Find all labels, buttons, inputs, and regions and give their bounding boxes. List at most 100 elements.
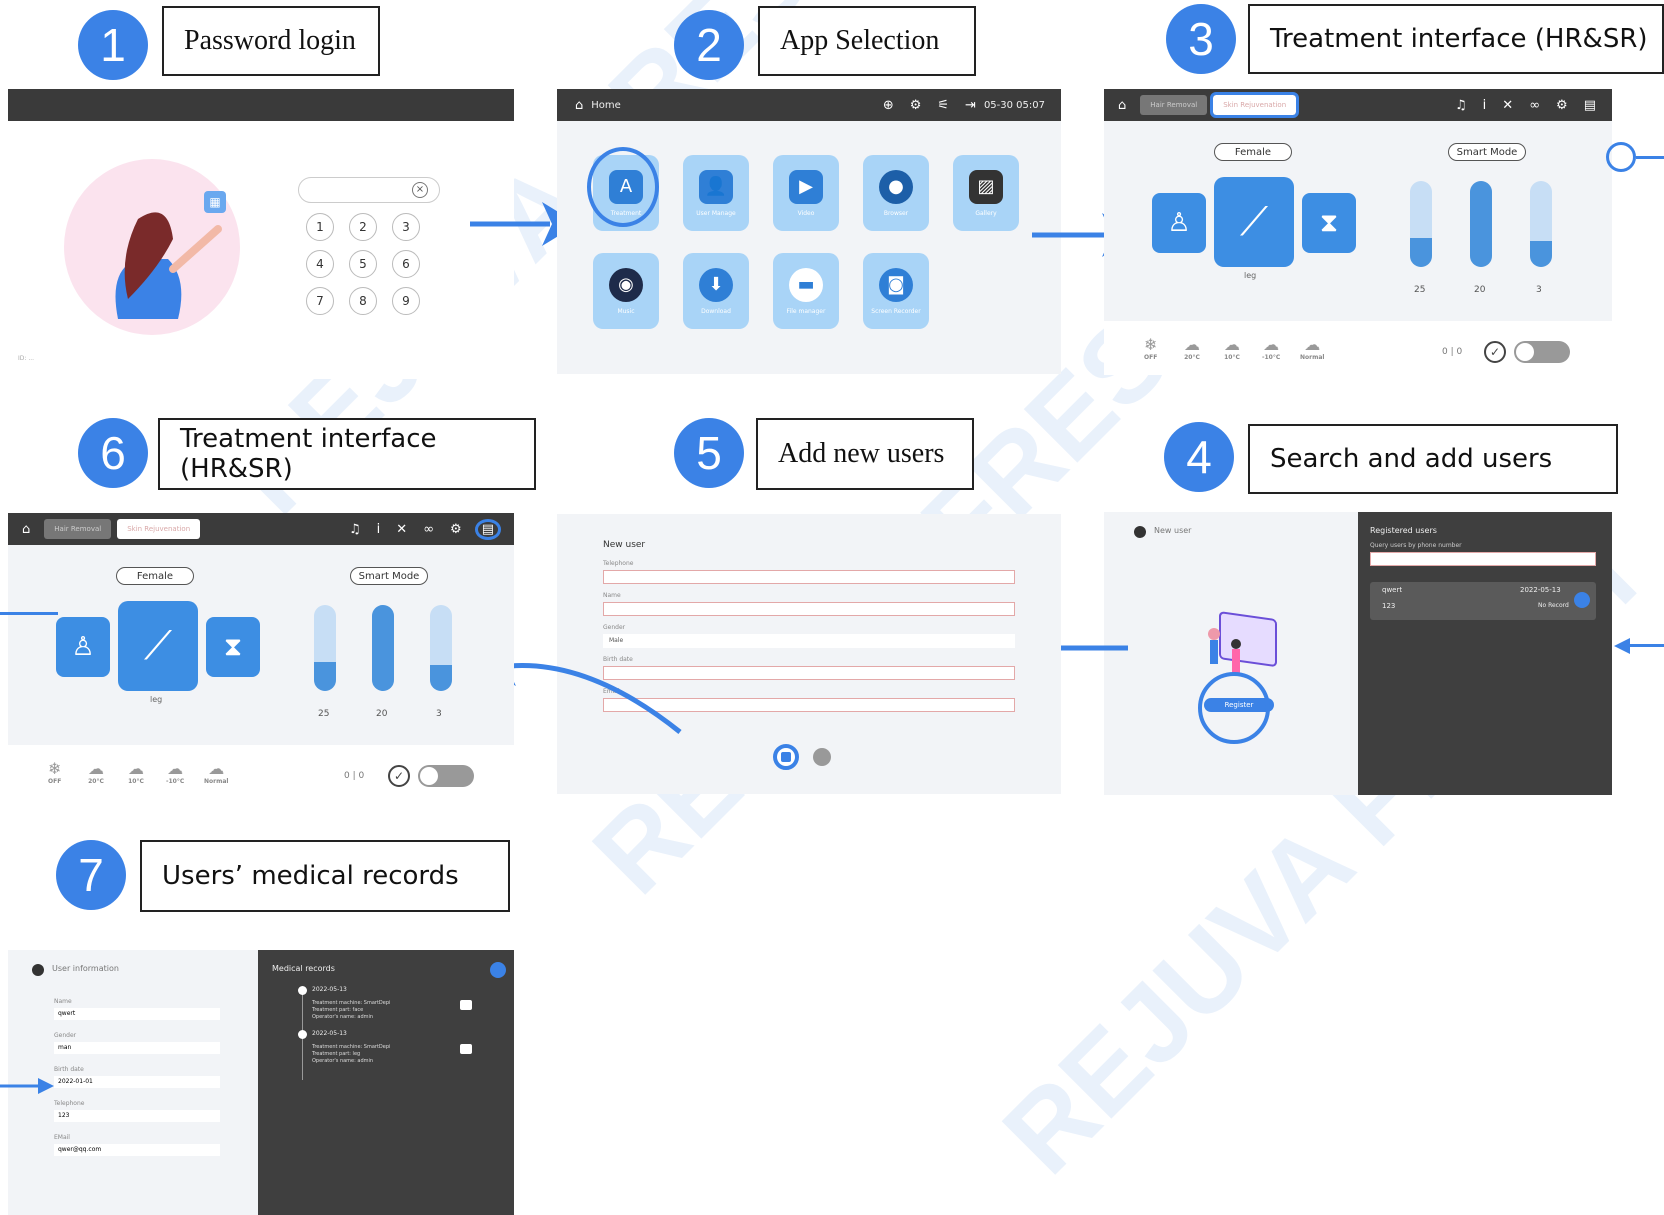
power-toggle[interactable] — [1514, 341, 1570, 363]
home-icon[interactable]: ⌂ — [22, 522, 30, 537]
app-music[interactable]: ◉ Music — [593, 253, 659, 329]
body-part-torso[interactable]: ⧗ — [206, 617, 260, 677]
name-field[interactable] — [603, 602, 1015, 616]
app-screen-recorder[interactable]: ◙ Screen Recorder — [863, 253, 929, 329]
user-card[interactable]: qwert 123 2022-05-13 No Record — [1370, 582, 1596, 620]
wifi-off-icon[interactable]: ⚟ — [937, 98, 949, 113]
cool-20[interactable]: ☁ 20°C — [1184, 335, 1200, 361]
key-9[interactable]: 9 — [392, 287, 420, 315]
tab-hair-removal[interactable]: Hair Removal — [44, 519, 112, 539]
pulse-slider[interactable] — [372, 605, 394, 691]
user-card-phone: 123 — [1382, 602, 1396, 610]
cool-off[interactable]: ❄ OFF — [1144, 335, 1157, 361]
link-icon[interactable]: ∞ — [1529, 98, 1540, 113]
globe-icon: ● — [879, 169, 913, 204]
confirm-check[interactable]: ✓ — [388, 765, 410, 787]
key-7[interactable]: 7 — [306, 287, 334, 315]
app-video[interactable]: ▶ Video — [773, 155, 839, 231]
timeline-dot-2 — [298, 1030, 307, 1039]
link-icon[interactable]: ∞ — [423, 522, 434, 537]
mode-select[interactable]: Smart Mode — [1448, 143, 1526, 161]
records-user-icon[interactable] — [490, 962, 506, 978]
back-icon[interactable] — [32, 964, 44, 976]
cool-normal[interactable]: ☁ Normal — [1300, 335, 1324, 361]
cancel-button[interactable] — [813, 748, 831, 766]
cool-normal[interactable]: ☁ Normal — [204, 759, 228, 785]
home-icon[interactable]: ⌂ — [575, 98, 583, 113]
woman-illustration-icon — [115, 212, 222, 319]
gear-icon[interactable]: ⚙ — [1556, 98, 1568, 113]
keypad-toggle-icon[interactable]: ▦ — [204, 191, 226, 213]
gear-icon[interactable]: ⚙ — [450, 522, 462, 537]
highlight-ring — [587, 147, 659, 227]
key-2[interactable]: 2 — [349, 213, 377, 241]
camera-icon[interactable] — [460, 1044, 472, 1054]
clear-input-icon[interactable]: × — [412, 182, 428, 198]
app-download[interactable]: ⬇ Download — [683, 253, 749, 329]
body-part-leg[interactable]: ⟋ — [118, 601, 198, 691]
cool-off[interactable]: ❄ OFF — [48, 759, 61, 785]
app-file-manager[interactable]: ▬ File manager — [773, 253, 839, 329]
key-1[interactable]: 1 — [306, 213, 334, 241]
phone-search-input[interactable] — [1370, 552, 1596, 566]
logout-icon[interactable]: ⇥ — [965, 98, 976, 113]
body-part-leg[interactable]: ⟋ — [1214, 177, 1294, 267]
confirm-check[interactable]: ✓ — [1484, 341, 1506, 363]
music-icon[interactable]: ♫ — [349, 522, 361, 537]
info-icon[interactable]: i — [377, 522, 381, 537]
user-card-icon[interactable]: ▤ — [474, 518, 502, 540]
globe-icon[interactable]: ⊕ — [883, 98, 894, 113]
user-card-open-icon[interactable] — [1574, 592, 1590, 608]
frequency-slider[interactable] — [430, 605, 452, 691]
mute-icon[interactable]: ✕ — [396, 522, 407, 537]
pulse-slider[interactable] — [1470, 181, 1492, 267]
key-3[interactable]: 3 — [392, 213, 420, 241]
gender-select[interactable]: Female — [116, 567, 194, 585]
app-user-manage[interactable]: 👤 User Manage — [683, 155, 749, 231]
body-part-arm[interactable]: ♙ — [1152, 193, 1206, 253]
back-icon[interactable] — [1134, 526, 1146, 538]
tab-hair-removal[interactable]: Hair Removal — [1140, 95, 1208, 115]
tab-skin-rejuvenation[interactable]: Skin Rejuvenation — [117, 519, 201, 539]
home-icon[interactable]: ⌂ — [1118, 98, 1126, 113]
energy-slider[interactable] — [314, 605, 336, 691]
app-browser[interactable]: ● Browser — [863, 155, 929, 231]
name-label: Name — [603, 592, 621, 599]
tab-skin-rejuvenation[interactable]: Skin Rejuvenation — [1210, 92, 1300, 118]
step-2-badge: 2 — [674, 10, 744, 80]
gear-icon[interactable]: ⚙ — [910, 98, 922, 113]
body-part-arm[interactable]: ♙ — [56, 617, 110, 677]
mode-select[interactable]: Smart Mode — [350, 567, 428, 585]
telephone-field[interactable] — [603, 570, 1015, 584]
key-6[interactable]: 6 — [392, 250, 420, 278]
cool-minus-10[interactable]: ☁ -10°C — [1262, 335, 1280, 361]
frequency-slider[interactable] — [1530, 181, 1552, 267]
login-screen: ▦ × 1 2 3 4 5 6 7 8 9 ID: ... — [8, 89, 514, 379]
power-toggle[interactable] — [418, 765, 474, 787]
cloud-icon: ☁ — [1224, 335, 1240, 354]
body-part-leg-label: leg — [150, 695, 163, 704]
home-screen: ⌂ Home ⊕ ⚙ ⚟ ⇥ 05-30 05:07 A Treatment 👤 U… — [557, 89, 1061, 374]
energy-slider[interactable] — [1410, 181, 1432, 267]
key-5[interactable]: 5 — [349, 250, 377, 278]
key-8[interactable]: 8 — [349, 287, 377, 315]
gender-select[interactable]: Female — [1214, 143, 1292, 161]
camera-icon[interactable] — [460, 1000, 472, 1010]
app-gallery[interactable]: ▨ Gallery — [953, 155, 1019, 231]
cool-10[interactable]: ☁ 10°C — [1224, 335, 1240, 361]
body-part-torso[interactable]: ⧗ — [1302, 193, 1356, 253]
info-icon[interactable]: i — [1483, 98, 1487, 113]
cool-10[interactable]: ☁ 10°C — [128, 759, 144, 785]
mute-icon[interactable]: ✕ — [1502, 98, 1513, 113]
key-4[interactable]: 4 — [306, 250, 334, 278]
cool-minus-10[interactable]: ☁ -10°C — [166, 759, 184, 785]
energy-value: 25 — [318, 709, 330, 719]
cool-20[interactable]: ☁ 20°C — [88, 759, 104, 785]
search-hint: Query users by phone number — [1370, 542, 1462, 549]
cloud-icon: ☁ — [1304, 335, 1321, 354]
snowflake-icon: ❄ — [48, 759, 62, 778]
music-icon[interactable]: ♫ — [1455, 98, 1467, 113]
connector-arrowhead-4 — [1614, 638, 1630, 654]
telephone-label: Telephone — [603, 560, 634, 567]
user-card-icon[interactable]: ▤ — [1584, 98, 1596, 113]
